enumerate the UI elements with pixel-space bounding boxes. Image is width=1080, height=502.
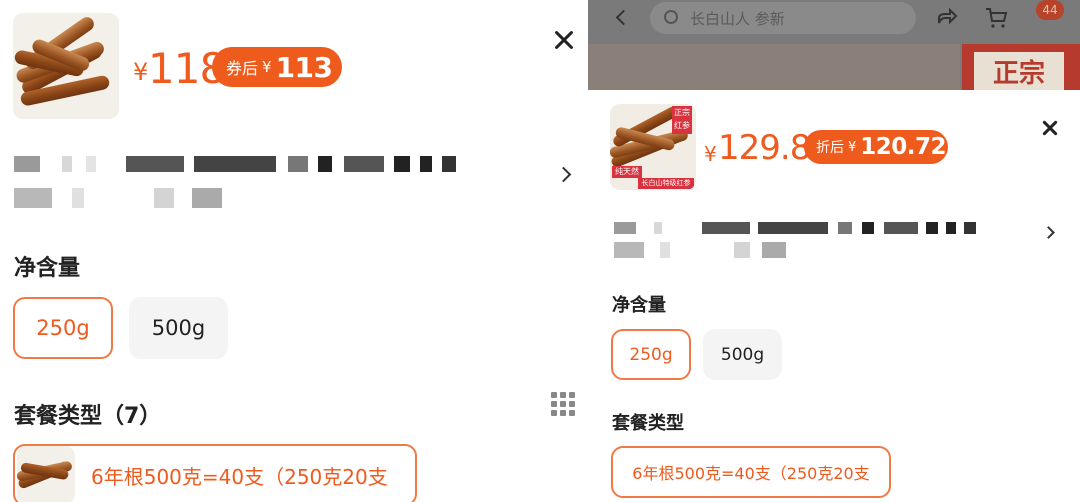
price-currency: ¥ xyxy=(133,58,149,86)
redacted-address-line2 xyxy=(14,188,222,208)
dimmed-product-image xyxy=(588,44,960,90)
net-content-title: 净含量 xyxy=(612,295,666,316)
close-icon[interactable] xyxy=(552,28,576,52)
thumb-label-left: 纯天然 xyxy=(612,166,642,178)
right-sku-panel: 长白山人 参新 44 正宗 正宗红参 纯天然 长白山特级红参 ¥ 129.8 折… xyxy=(588,0,1080,502)
product-thumbnail xyxy=(13,13,119,119)
cart-badge: 44 xyxy=(1036,0,1064,20)
thumb-label-right: 长白山特级红参 xyxy=(638,178,694,189)
close-icon[interactable] xyxy=(1040,118,1059,137)
package-option-label: 6年根500克=40支（250克20支 xyxy=(91,464,388,489)
package-type-title: 套餐类型（7） xyxy=(14,404,162,429)
left-sku-panel: ¥ 118 券后 ¥ 113 净含量 250g 500g 套餐类型（7） 6年根… xyxy=(0,0,588,502)
redacted-address xyxy=(614,222,976,234)
search-text: 长白山人 参新 xyxy=(690,9,785,28)
search-bar[interactable]: 长白山人 参新 xyxy=(650,2,916,34)
option-500g[interactable]: 500g xyxy=(703,329,782,380)
thumb-tag: 正宗红参 xyxy=(672,106,692,134)
redacted-address xyxy=(14,156,456,172)
cart-icon[interactable] xyxy=(984,6,1008,30)
product-thumbnail: 正宗红参 纯天然 长白山特级红参 xyxy=(610,104,696,190)
option-250g[interactable]: 250g xyxy=(13,297,113,359)
package-option-label: 6年根500克=40支（250克20支 xyxy=(632,464,870,483)
package-option-selected[interactable]: 6年根500克=40支（250克20支 xyxy=(13,444,417,502)
option-250g[interactable]: 250g xyxy=(611,329,691,380)
package-option-selected[interactable]: 6年根500克=40支（250克20支 xyxy=(611,446,891,498)
discount-price-badge: 折后 ¥ 120.72 xyxy=(804,130,948,164)
net-content-title: 净含量 xyxy=(14,256,81,281)
price-currency: ¥ xyxy=(704,142,717,166)
package-option-thumbnail xyxy=(17,446,75,502)
grid-icon[interactable] xyxy=(551,392,575,416)
price-value: 129.8 xyxy=(718,128,811,168)
package-type-title: 套餐类型 xyxy=(612,413,684,434)
banner-text: 正宗 xyxy=(974,52,1064,90)
option-500g[interactable]: 500g xyxy=(129,297,228,359)
chevron-right-icon[interactable] xyxy=(555,166,572,183)
search-icon xyxy=(664,10,678,24)
share-icon[interactable] xyxy=(936,6,958,28)
coupon-price-badge: 券后 ¥ 113 xyxy=(212,47,342,87)
redacted-address-line2 xyxy=(614,242,786,258)
